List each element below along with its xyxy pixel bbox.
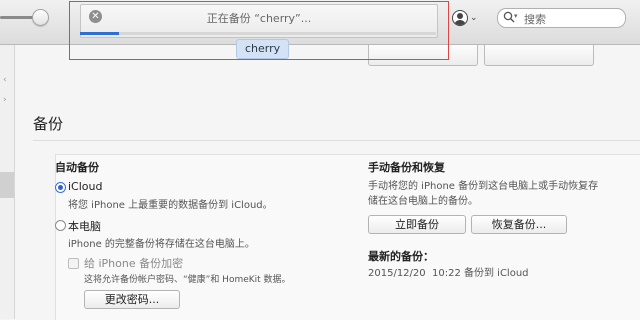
backup-now-button[interactable]: 立即备份 xyxy=(368,215,466,234)
search-options-chevron-icon: ▾ xyxy=(514,12,518,20)
section-title-backup: 备份 xyxy=(33,115,64,133)
account-button[interactable]: ⌄ xyxy=(452,10,478,26)
manual-backup-heading: 手动备份和恢复 xyxy=(368,161,445,174)
radio-this-computer[interactable] xyxy=(55,220,66,231)
restore-backup-button[interactable]: 恢复备份... xyxy=(471,215,567,234)
sidebar: ‹ › xyxy=(0,45,15,319)
sidebar-item-selected[interactable] xyxy=(0,172,14,198)
account-icon xyxy=(452,10,468,26)
icloud-description: 将您 iPhone 上最重要的数据备份到 iCloud。 xyxy=(68,200,273,211)
radio-selected-dot xyxy=(58,185,63,190)
radio-icloud[interactable] xyxy=(55,182,66,193)
encrypt-backup-label: 给 iPhone 备份加密 xyxy=(84,257,184,270)
divider xyxy=(33,140,640,141)
change-password-button[interactable]: 更改密码... xyxy=(84,290,180,309)
volume-slider-knob[interactable] xyxy=(32,9,49,26)
radio-this-computer-label[interactable]: 本电脑 xyxy=(68,218,101,234)
radio-icloud-label[interactable]: iCloud xyxy=(68,180,102,193)
auto-backup-heading: 自动备份 xyxy=(55,161,99,174)
sidebar-arrow-icon[interactable]: › xyxy=(3,95,7,105)
latest-backup-heading: 最新的备份： xyxy=(368,250,434,263)
manual-backup-description-line1: 手动将您的 iPhone 备份到这台电脑上或手动恢复存 xyxy=(368,181,599,192)
sidebar-arrow-icon[interactable]: ‹ xyxy=(3,75,7,85)
this-computer-description: iPhone 的完整备份将存储在这台电脑上。 xyxy=(68,239,255,250)
annotation-highlight xyxy=(69,1,449,60)
search-field[interactable]: ▾ 搜索 xyxy=(497,8,626,28)
manual-backup-description-line2: 储在这台电脑上的备份。 xyxy=(368,196,478,207)
encrypt-backup-description: 这将允许备份帐户密码、“健康”和 HomeKit 数据。 xyxy=(84,275,291,285)
chevron-down-icon: ⌄ xyxy=(470,13,478,23)
summary-button-right[interactable] xyxy=(484,45,594,66)
latest-backup-value: 2015/12/20 10:22 备份到 iCloud xyxy=(368,268,529,279)
encrypt-backup-checkbox[interactable] xyxy=(68,258,79,269)
search-placeholder: 搜索 xyxy=(524,13,546,26)
